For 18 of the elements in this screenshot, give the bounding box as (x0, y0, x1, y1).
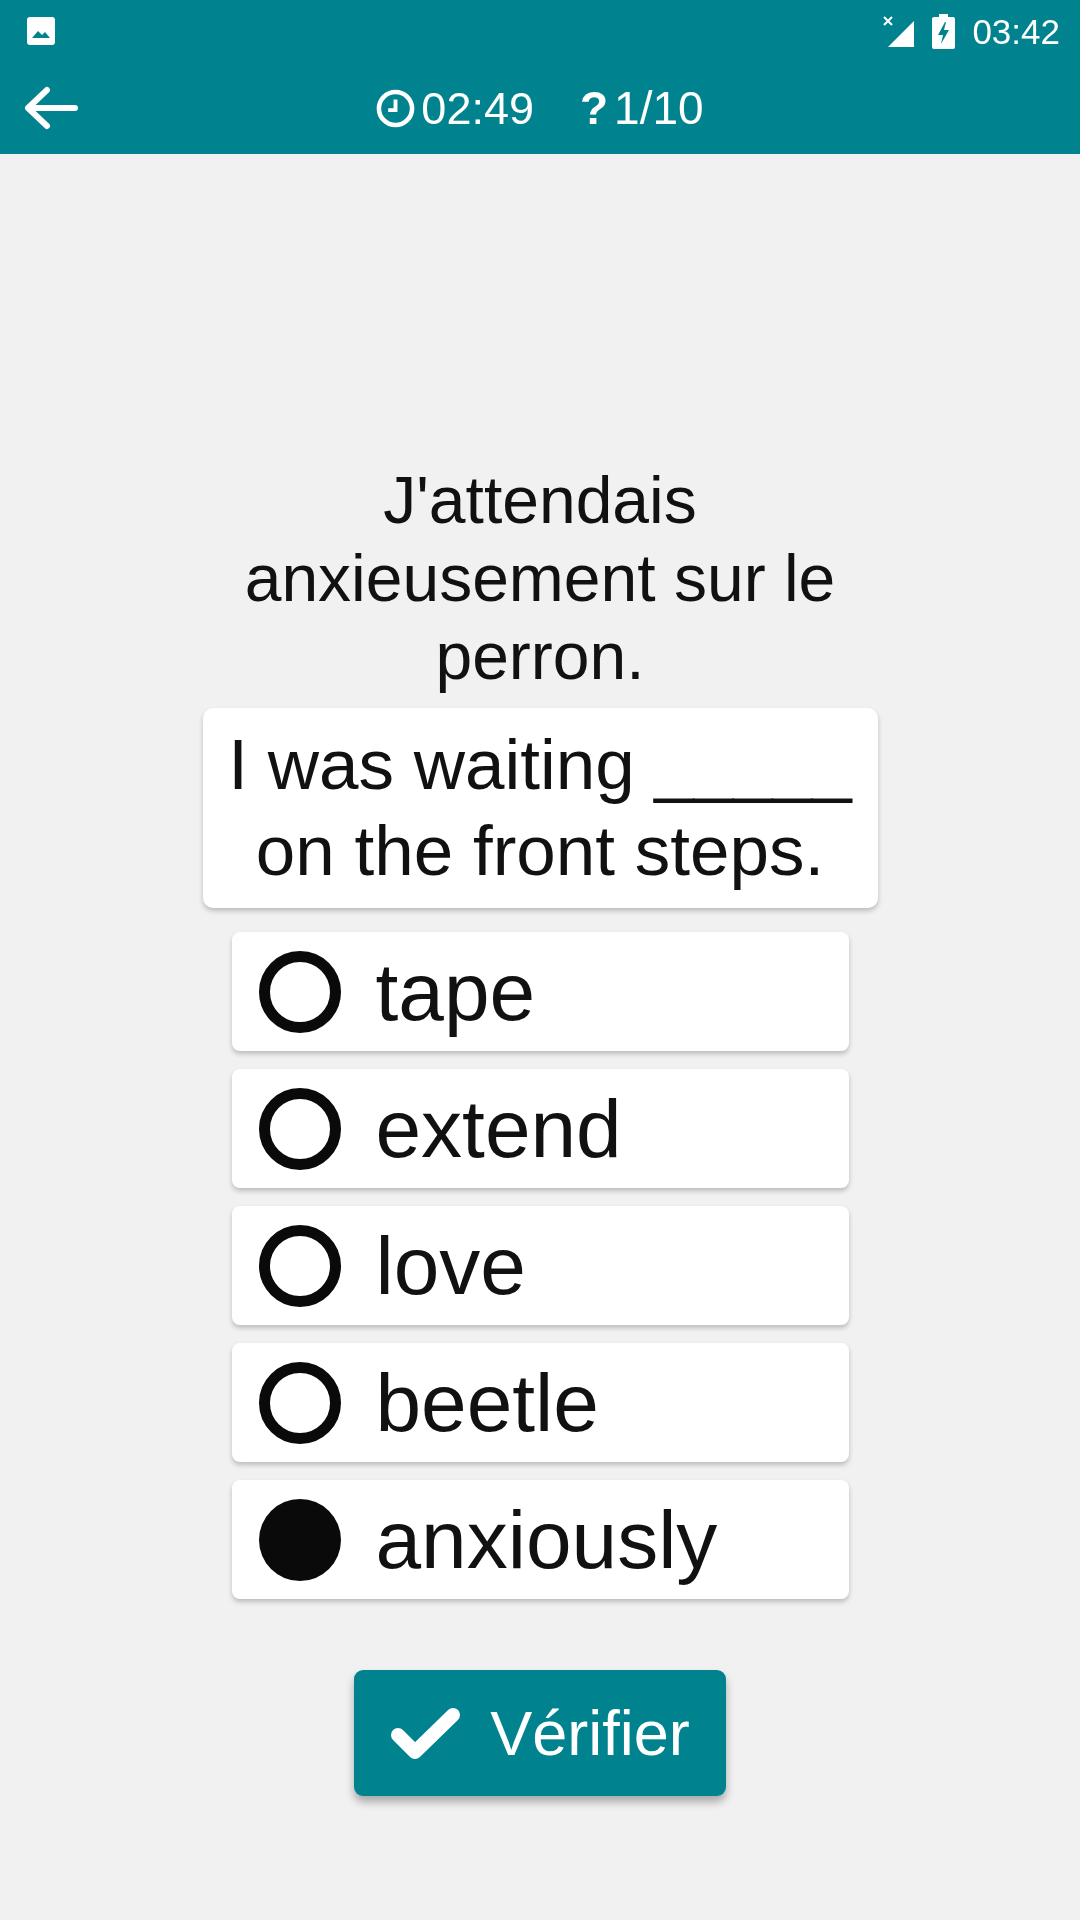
answer-option[interactable]: beetle (231, 1343, 849, 1462)
answer-option[interactable]: tape (231, 932, 849, 1051)
timer-text: 02:49 (421, 85, 534, 131)
question-counter: 1/10 (614, 85, 704, 131)
answer-option[interactable]: anxiously (231, 1480, 849, 1599)
sentence-text: I was waiting _____ on the front steps. (227, 724, 854, 892)
image-icon (27, 17, 55, 45)
signal-icon (883, 15, 915, 47)
question-icon: ? (580, 85, 609, 131)
clock-time: 03:42 (972, 13, 1060, 49)
prompt-text: J'attendais anxieusement sur le perron. (243, 462, 837, 695)
battery-charging-icon (932, 13, 956, 49)
clock-icon (376, 88, 416, 128)
answer-option[interactable]: love (231, 1206, 849, 1325)
answer-option[interactable]: extend (231, 1069, 849, 1188)
checkmark-icon (390, 1705, 462, 1761)
back-arrow-icon (24, 86, 78, 130)
check-button[interactable]: Vérifier (354, 1670, 726, 1796)
